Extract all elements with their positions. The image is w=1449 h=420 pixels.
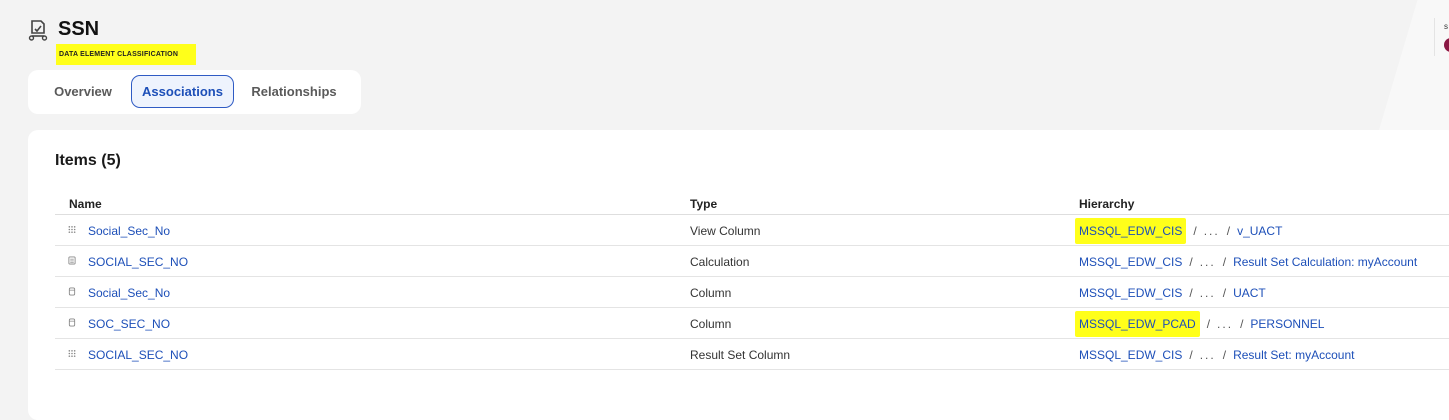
path-ellipsis[interactable]: ... bbox=[1200, 348, 1216, 362]
table-row[interactable]: SOCIAL_SEC_NO Result Set Column MSSQL_EDW_… bbox=[55, 339, 1449, 370]
path-separator: / bbox=[1193, 224, 1197, 238]
table-header: Name Type Hierarchy bbox=[55, 188, 1449, 215]
item-type: Column bbox=[690, 286, 732, 300]
path-separator: / bbox=[1206, 317, 1211, 331]
path-separator: / bbox=[1222, 255, 1227, 269]
item-name-link[interactable]: SOC_SEC_NO bbox=[88, 317, 170, 331]
tab-associations[interactable]: Associations bbox=[131, 75, 234, 108]
item-name-link[interactable]: SOCIAL_SEC_NO bbox=[88, 348, 188, 362]
table-row[interactable]: Social_Sec_No Column MSSQL_EDW_CIS /... / UAC… bbox=[55, 277, 1449, 308]
asset-type-label: DATA ELEMENT CLASSIFICATION bbox=[56, 44, 196, 65]
items-heading: Items (5) bbox=[55, 152, 121, 169]
table-row[interactable]: SOCIAL_SEC_NO Calculation MSSQL_EDW_CIS /..… bbox=[55, 246, 1449, 277]
right-panel-label: s bbox=[1444, 22, 1448, 31]
hierarchy-root-link[interactable]: MSSQL_EDW_PCAD bbox=[1075, 311, 1200, 337]
page-title: SSN bbox=[58, 18, 100, 40]
path-separator: / bbox=[1189, 286, 1193, 300]
path-separator: / bbox=[1222, 286, 1227, 300]
item-type: Column bbox=[690, 317, 732, 331]
column-header-hierarchy[interactable]: Hierarchy bbox=[1079, 197, 1134, 211]
grid-dots-icon bbox=[68, 226, 76, 233]
column-header-type[interactable]: Type bbox=[690, 197, 717, 211]
classification-icon bbox=[28, 20, 48, 41]
hierarchy-leaf-link[interactable]: v_UACT bbox=[1237, 224, 1282, 238]
item-name-link[interactable]: Social_Sec_No bbox=[88, 224, 170, 238]
tab-bar: Overview Associations Relationships bbox=[28, 70, 361, 114]
hierarchy-leaf-link[interactable]: Result Set: myAccount bbox=[1233, 348, 1354, 362]
path-ellipsis[interactable]: ... bbox=[1200, 255, 1216, 269]
path-separator: / bbox=[1226, 224, 1231, 238]
path-ellipsis[interactable]: ... bbox=[1200, 286, 1216, 300]
item-type: Calculation bbox=[690, 255, 750, 269]
hierarchy-path: MSSQL_EDW_CIS /... / Result Set: myAccount bbox=[1079, 348, 1354, 362]
hierarchy-path: MSSQL_EDW_CIS /... / v_UACT bbox=[1075, 218, 1282, 244]
item-name-link[interactable]: SOCIAL_SEC_NO bbox=[88, 255, 188, 269]
table-row[interactable]: SOC_SEC_NO Column MSSQL_EDW_PCAD /... / PERSO… bbox=[55, 308, 1449, 339]
grid-dots-icon bbox=[68, 350, 76, 357]
path-separator: / bbox=[1189, 255, 1193, 269]
items-card: Items (5) Name Type Hierarchy Social_Sec… bbox=[28, 130, 1449, 420]
hierarchy-path: MSSQL_EDW_CIS /... / Result Set Calculation… bbox=[1079, 255, 1417, 269]
path-ellipsis[interactable]: ... bbox=[1217, 317, 1233, 331]
hierarchy-root-link[interactable]: MSSQL_EDW_CIS bbox=[1079, 255, 1182, 269]
column-icon bbox=[68, 318, 76, 327]
path-separator: / bbox=[1189, 348, 1193, 362]
item-type: Result Set Column bbox=[690, 348, 791, 362]
item-type: View Column bbox=[690, 224, 761, 238]
path-ellipsis[interactable]: ... bbox=[1204, 224, 1220, 238]
background-decoration bbox=[1379, 0, 1449, 130]
hierarchy-root-link[interactable]: MSSQL_EDW_CIS bbox=[1079, 286, 1182, 300]
table-row[interactable]: Social_Sec_No View Column MSSQL_EDW_CIS /..… bbox=[55, 215, 1449, 246]
hierarchy-leaf-link[interactable]: PERSONNEL bbox=[1250, 317, 1324, 331]
hierarchy-path: MSSQL_EDW_PCAD /... / PERSONNEL bbox=[1075, 311, 1324, 337]
column-header-name[interactable]: Name bbox=[69, 197, 102, 211]
hierarchy-leaf-link[interactable]: Result Set Calculation: myAccount bbox=[1233, 255, 1417, 269]
item-name-link[interactable]: Social_Sec_No bbox=[88, 286, 170, 300]
tab-overview[interactable]: Overview bbox=[44, 75, 122, 108]
calculator-icon bbox=[68, 256, 76, 265]
column-icon bbox=[68, 287, 76, 296]
hierarchy-root-link[interactable]: MSSQL_EDW_CIS bbox=[1075, 218, 1187, 244]
items-table: Name Type Hierarchy Social_Sec_No View Co… bbox=[55, 188, 1449, 370]
hierarchy-path: MSSQL_EDW_CIS /... / UACT bbox=[1079, 286, 1266, 300]
path-separator: / bbox=[1240, 317, 1244, 331]
tab-relationships[interactable]: Relationships bbox=[244, 75, 344, 108]
path-separator: / bbox=[1222, 348, 1227, 362]
hierarchy-leaf-link[interactable]: UACT bbox=[1233, 286, 1266, 300]
hierarchy-root-link[interactable]: MSSQL_EDW_CIS bbox=[1079, 348, 1182, 362]
header-divider bbox=[1434, 18, 1435, 56]
